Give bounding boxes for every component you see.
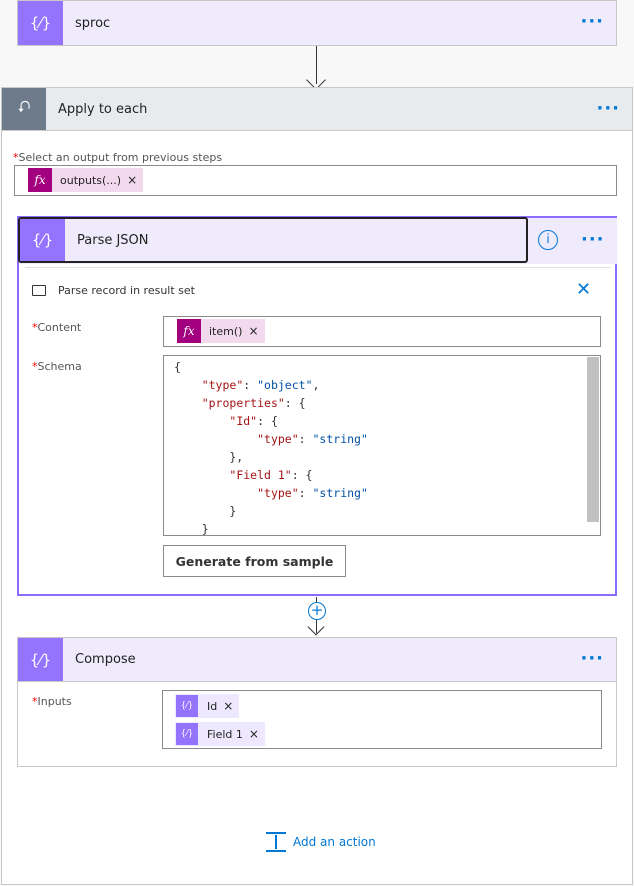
- schema-line: {: [174, 360, 181, 374]
- more-options-button[interactable]: ···: [580, 648, 604, 669]
- schema-line: "type": "object",: [201, 378, 320, 392]
- remove-token-button[interactable]: ×: [249, 727, 265, 741]
- remove-token-button[interactable]: ×: [223, 699, 239, 713]
- schema-line: }: [174, 522, 209, 536]
- card-title: sproc: [75, 15, 111, 31]
- schema-line: "Id": {: [229, 414, 278, 428]
- fx-icon: fx: [28, 168, 52, 192]
- output-input[interactable]: fx outputs(...) ×: [14, 165, 617, 196]
- schema-label: *Schema: [32, 360, 82, 373]
- schema-line: "properties": {: [201, 396, 306, 410]
- variable-icon: {⁄}: [20, 219, 65, 261]
- scrollbar[interactable]: [587, 357, 599, 522]
- schema-line: "Field 1": {: [229, 468, 313, 482]
- schema-code[interactable]: { "type": "object", "properties": { "Id"…: [164, 356, 600, 536]
- inputs-label: *Inputs: [32, 695, 72, 708]
- more-options-button[interactable]: ···: [596, 98, 620, 119]
- more-options-button[interactable]: ···: [580, 11, 604, 32]
- generate-from-sample-button[interactable]: Generate from sample: [163, 545, 346, 577]
- variable-icon: {⁄}: [176, 723, 198, 745]
- variable-icon: {⁄}: [18, 1, 63, 45]
- inputs-input[interactable]: {⁄} Id × {⁄} Field 1 ×: [162, 690, 602, 749]
- insert-step-plus-icon[interactable]: +: [308, 602, 326, 620]
- card-title: Parse JSON: [77, 232, 149, 248]
- comment-icon: [32, 285, 46, 296]
- schema-editor[interactable]: { "type": "object", "properties": { "Id"…: [163, 355, 601, 536]
- schema-line: }: [174, 504, 237, 518]
- card-title: Compose: [75, 652, 136, 667]
- dynamic-content-token[interactable]: {⁄} Field 1 ×: [175, 722, 265, 746]
- apply-to-each-header[interactable]: ⮏ Apply to each ···: [1, 87, 633, 131]
- sproc-card[interactable]: {⁄} sproc ···: [17, 0, 617, 46]
- variable-icon: {⁄}: [176, 695, 198, 717]
- content-label: *Content: [32, 321, 82, 334]
- fx-icon: fx: [177, 319, 201, 343]
- comment-text[interactable]: Parse record in result set: [58, 284, 195, 297]
- compose-header[interactable]: {⁄} Compose ···: [17, 637, 617, 682]
- remove-token-button[interactable]: ×: [127, 173, 143, 187]
- schema-line: "type": "string": [257, 432, 368, 446]
- card-title: Apply to each: [58, 101, 148, 117]
- dynamic-content-token[interactable]: {⁄} Id ×: [175, 694, 240, 718]
- content-input[interactable]: fx item() ×: [163, 316, 601, 347]
- add-action-icon: [266, 832, 286, 852]
- parse-json-header[interactable]: {⁄} Parse JSON: [18, 217, 528, 263]
- expression-token[interactable]: fx outputs(...) ×: [28, 168, 144, 192]
- expression-token[interactable]: fx item() ×: [177, 319, 265, 343]
- divider: [25, 267, 610, 268]
- add-action-label: Add an action: [293, 835, 376, 849]
- info-icon[interactable]: i: [538, 230, 558, 250]
- more-options-button[interactable]: ···: [581, 229, 605, 250]
- schema-line: "type": "string": [257, 486, 368, 500]
- close-icon[interactable]: ✕: [576, 279, 591, 300]
- add-an-action-button[interactable]: Add an action: [266, 832, 376, 852]
- remove-token-button[interactable]: ×: [248, 324, 264, 338]
- variable-icon: {⁄}: [18, 638, 63, 681]
- schema-line: },: [174, 450, 244, 464]
- loop-icon: ⮏: [2, 88, 46, 130]
- output-label: *Select an output from previous steps: [13, 151, 223, 164]
